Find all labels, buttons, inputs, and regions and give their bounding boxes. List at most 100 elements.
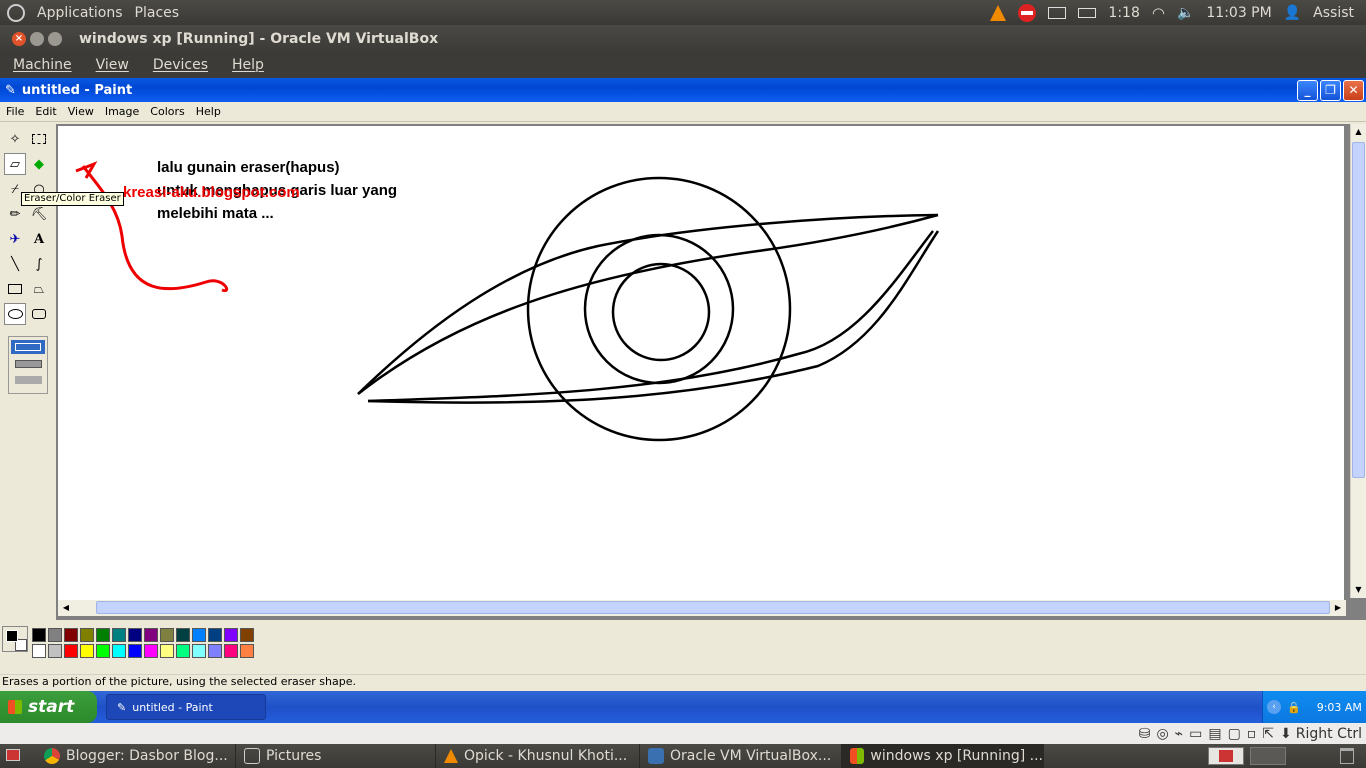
ubuntu-logo-icon[interactable] [7,3,25,22]
battery-icon[interactable] [1078,7,1097,18]
trash-icon[interactable] [1340,748,1354,764]
palette-swatch[interactable] [192,628,206,642]
places-menu[interactable]: Places [129,5,186,21]
menu-machine[interactable]: Machine [0,57,83,73]
applications-menu[interactable]: Applications [31,5,129,21]
palette-swatch[interactable] [240,628,254,642]
palette-swatch[interactable] [80,644,94,658]
palette-swatch[interactable] [48,628,62,642]
close-icon[interactable]: × [12,31,26,46]
show-desktop-icon[interactable] [6,749,20,761]
pencil-icon[interactable]: ✏ [4,203,26,225]
horizontal-scrollbar[interactable]: ◀ ▶ [58,600,1346,616]
network-icon[interactable]: ▤ [1208,726,1221,742]
task-virtualbox[interactable]: Oracle VM VirtualBox... [640,744,842,768]
cd-icon[interactable]: ◎ [1156,726,1168,742]
menu-view[interactable]: View [62,105,99,118]
workspace-switcher[interactable] [1208,747,1244,765]
menu-file[interactable]: File [0,105,29,118]
taskbar-paint-button[interactable]: ✎ untitled - Paint [106,694,266,720]
free-select-icon[interactable]: ✧ [4,128,26,150]
start-button[interactable]: start [0,691,97,723]
fill-icon[interactable]: ◆ [28,153,50,175]
task-windows-xp[interactable]: windows xp [Running] ... [842,744,1044,768]
paint-app-icon[interactable]: ✎ [5,83,16,98]
palette-swatch[interactable] [160,644,174,658]
palette-swatch[interactable] [96,628,110,642]
menu-help[interactable]: Help [190,105,226,118]
minimize-icon[interactable] [30,31,44,46]
tray-app-icon[interactable]: 🔒 [1287,701,1301,714]
task-pictures[interactable]: Pictures [236,744,436,768]
palette-swatch[interactable] [64,644,78,658]
palette-swatch[interactable] [208,628,222,642]
palette-swatch[interactable] [64,628,78,642]
scroll-thumb[interactable] [96,601,1330,614]
airbrush-icon[interactable]: ✈ [4,228,26,250]
tray-expand-icon[interactable]: ‹ [1267,700,1281,714]
rectangle-icon[interactable] [4,278,26,300]
ellipse-icon[interactable] [4,303,26,325]
palette-swatch[interactable] [144,644,158,658]
rounded-rect-icon[interactable] [28,303,50,325]
capture-icon[interactable]: ▫ [1247,726,1257,742]
palette-swatch[interactable] [128,644,142,658]
scroll-up-icon[interactable]: ▲ [1351,124,1366,140]
line-icon[interactable]: ╲ [4,253,26,275]
palette-swatch[interactable] [96,644,110,658]
usb-icon[interactable]: ⌁ [1175,726,1183,742]
scroll-thumb[interactable] [1352,142,1365,478]
brush-icon[interactable]: ⛏ [28,203,50,225]
scroll-down-icon[interactable]: ▼ [1351,582,1366,598]
palette-swatch[interactable] [48,644,62,658]
rect-select-icon[interactable] [28,128,50,150]
palette-swatch[interactable] [224,628,238,642]
clock[interactable]: 11:03 PM [1206,5,1271,21]
close-icon[interactable]: ✕ [1343,80,1364,101]
palette-swatch[interactable] [32,644,46,658]
task-blogger[interactable]: Blogger: Dasbor Blog... [36,744,236,768]
curve-icon[interactable]: ∫ [28,253,50,275]
palette-swatch[interactable] [112,628,126,642]
display-icon[interactable]: ▢ [1228,726,1241,742]
palette-swatch[interactable] [224,644,238,658]
xp-clock[interactable]: 9:03 AM [1317,701,1362,714]
volume-icon[interactable]: 🔈 [1177,5,1194,21]
current-colors[interactable] [2,626,28,652]
user-name[interactable]: Assist [1313,5,1354,21]
scroll-right-icon[interactable]: ▶ [1330,600,1346,616]
eraser-icon[interactable]: ▱ [4,153,26,175]
palette-swatch[interactable] [176,644,190,658]
palette-swatch[interactable] [80,628,94,642]
user-icon[interactable]: 👤 [1284,5,1301,21]
palette-swatch[interactable] [112,644,126,658]
workspace-2[interactable] [1250,747,1286,765]
palette-swatch[interactable] [160,628,174,642]
stop-icon[interactable] [1018,3,1037,22]
fill-both-option[interactable] [15,360,42,368]
palette-swatch[interactable] [32,628,46,642]
menu-devices[interactable]: Devices [140,57,219,73]
hdd-icon[interactable]: ⛁ [1139,726,1151,742]
fill-outline-option[interactable] [11,340,45,354]
vlc-tray-icon[interactable] [990,4,1007,21]
menu-colors[interactable]: Colors [144,105,189,118]
restore-icon[interactable]: ❐ [1320,80,1341,101]
palette-swatch[interactable] [176,628,190,642]
palette-swatch[interactable] [128,628,142,642]
menu-help[interactable]: Help [219,57,275,73]
palette-swatch[interactable] [144,628,158,642]
palette-swatch[interactable] [240,644,254,658]
palette-swatch[interactable] [208,644,222,658]
mail-icon[interactable] [1048,6,1067,19]
task-opick[interactable]: Opick - Khusnul Khoti... [436,744,640,768]
wifi-icon[interactable]: ◠ [1152,4,1165,22]
menu-image[interactable]: Image [99,105,144,118]
polygon-icon[interactable]: ⏢ [28,278,50,300]
fill-solid-option[interactable] [15,376,42,384]
maximize-icon[interactable] [48,31,62,46]
menu-view[interactable]: View [83,57,140,73]
vertical-scrollbar[interactable]: ▲ ▼ [1350,124,1366,598]
text-icon[interactable]: A [28,228,50,250]
mouse-integration-icon[interactable]: ⇱ [1262,726,1274,742]
